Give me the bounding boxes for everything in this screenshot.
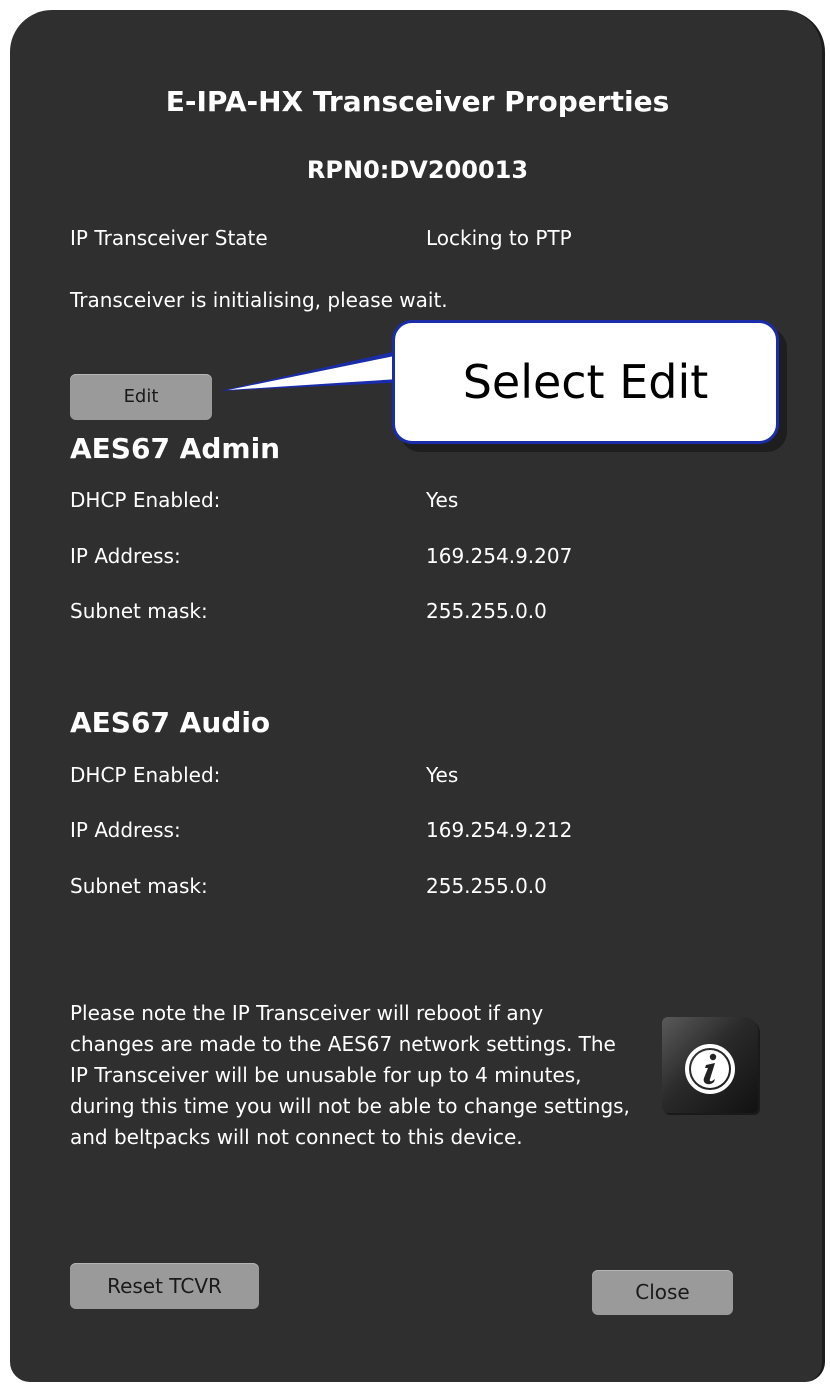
status-message: Transceiver is initialising, please wait…	[70, 288, 448, 312]
reboot-warning-note: Please note the IP Transceiver will rebo…	[70, 1001, 630, 1149]
callout-text: Select Edit	[462, 355, 709, 409]
reset-tcvr-button[interactable]: Reset TCVR	[70, 1263, 259, 1309]
admin-dhcp-value: Yes	[426, 488, 459, 512]
audio-dhcp-value: Yes	[426, 763, 459, 787]
audio-heading: AES67 Audio	[70, 706, 271, 739]
audio-ip-value: 169.254.9.212	[426, 818, 573, 842]
audio-ip-label: IP Address:	[70, 818, 181, 842]
info-button[interactable]	[662, 1017, 758, 1113]
admin-subnet-label: Subnet mask:	[70, 599, 208, 623]
state-value: Locking to PTP	[426, 226, 572, 250]
admin-subnet-value: 255.255.0.0	[426, 599, 547, 623]
audio-subnet-label: Subnet mask:	[70, 874, 208, 898]
edit-button[interactable]: Edit	[70, 374, 212, 420]
audio-dhcp-label: DHCP Enabled:	[70, 763, 221, 787]
device-serial: RPN0:DV200013	[306, 156, 529, 184]
transceiver-properties-dialog: E-IPA-HX Transceiver Properties RPN0:DV2…	[10, 10, 825, 1382]
state-label: IP Transceiver State	[70, 226, 268, 250]
admin-ip-label: IP Address:	[70, 544, 181, 568]
close-button[interactable]: Close	[592, 1270, 733, 1315]
admin-ip-value: 169.254.9.207	[426, 544, 573, 568]
select-edit-callout: Select Edit	[392, 320, 779, 444]
admin-heading: AES67 Admin	[70, 432, 281, 465]
info-icon	[685, 1044, 735, 1094]
admin-dhcp-label: DHCP Enabled:	[70, 488, 221, 512]
audio-subnet-value: 255.255.0.0	[426, 874, 547, 898]
dialog-title: E-IPA-HX Transceiver Properties	[165, 85, 670, 118]
